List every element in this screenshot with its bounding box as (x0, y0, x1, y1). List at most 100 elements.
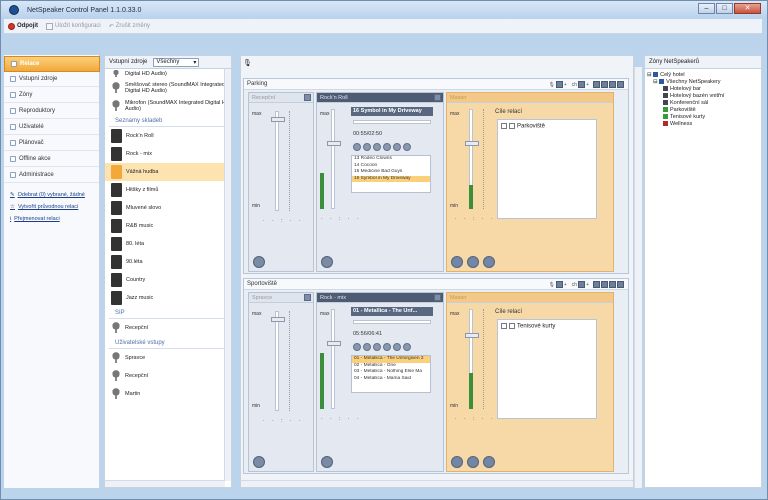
channel-spin[interactable]: + (564, 282, 567, 288)
channel-button[interactable] (578, 81, 586, 88)
play-icon[interactable] (373, 343, 381, 351)
play-icon[interactable] (373, 143, 381, 151)
nav-item-scheduler[interactable]: Plánovač (4, 135, 99, 151)
nav-item-users[interactable]: Uživatelé (4, 119, 99, 135)
playlist-item[interactable]: Hitšky z filmů (105, 181, 231, 199)
list-item[interactable]: Recepční (105, 319, 231, 337)
playlist-item[interactable]: Rock'n Roll (105, 127, 231, 145)
target-checkbox-2[interactable] (509, 123, 515, 129)
minimize-session-button[interactable] (601, 81, 608, 88)
toggle-button[interactable] (555, 281, 563, 288)
playlist-item[interactable]: R&B music (105, 217, 231, 235)
pause-icon[interactable] (383, 343, 391, 351)
next-icon[interactable] (403, 143, 411, 151)
targets-list[interactable]: Tenisové kurty (497, 319, 597, 419)
create-session-link[interactable]: ☆ Vytvořit průvodnou relaci (4, 201, 99, 213)
target-item[interactable]: Parkoviště (517, 124, 545, 130)
target-item[interactable]: Tenisové kurty (517, 324, 555, 330)
track-list[interactable]: 13 Rodeo Clowns 14 Cocoon 15 Medicine Ba… (351, 155, 431, 193)
volume-slider[interactable] (275, 311, 279, 411)
playlist-item[interactable]: Rock - mix (105, 145, 231, 163)
tree-node[interactable]: ⊟ Všechny NetSpeakery (647, 79, 759, 86)
toggle-button[interactable] (555, 81, 563, 88)
stop-icon[interactable] (467, 456, 479, 468)
close-column-icon[interactable] (434, 294, 441, 301)
disconnect-button[interactable]: Odpojit (8, 22, 38, 30)
list-item[interactable]: Spravce (105, 349, 231, 367)
close-column-icon[interactable] (304, 294, 311, 301)
broadcast-icon[interactable] (483, 256, 495, 268)
list-item[interactable]: Martin (105, 385, 231, 403)
channel-button[interactable] (578, 281, 586, 288)
rewind-icon[interactable] (363, 343, 371, 351)
volume-thumb[interactable] (327, 341, 341, 346)
sources-scrollbar[interactable] (224, 69, 231, 481)
speaker-toggle-icon[interactable] (321, 456, 333, 468)
minimize-session-button[interactable] (601, 281, 608, 288)
volume-slider[interactable] (331, 109, 335, 209)
pause-icon[interactable] (383, 143, 391, 151)
tree-node[interactable]: Parkoviště (647, 107, 759, 114)
target-checkbox[interactable] (501, 323, 507, 329)
channel-spin-2[interactable]: + (586, 282, 589, 288)
volume-slider[interactable] (275, 111, 279, 211)
nav-item-offline[interactable]: Offline akce (4, 151, 99, 167)
track-item[interactable]: 04 - Metallica - Mama Said (352, 376, 430, 383)
rewind-icon[interactable] (363, 143, 371, 151)
prev-icon[interactable] (353, 143, 361, 151)
playlist-item[interactable]: Jazz music (105, 289, 231, 307)
maximize-session-button[interactable] (609, 281, 616, 288)
master-volume-thumb[interactable] (465, 141, 479, 146)
nav-item-zones[interactable]: Zóny (4, 87, 99, 103)
maximize-button[interactable]: □ (716, 3, 733, 14)
sources-hscrollbar[interactable] (105, 480, 225, 487)
nav-item-sessions[interactable]: Relace (4, 56, 100, 72)
broadcast-icon[interactable] (483, 456, 495, 468)
forward-icon[interactable] (393, 343, 401, 351)
speaker-toggle-icon[interactable] (321, 256, 333, 268)
playlist-item[interactable]: 90.léta (105, 253, 231, 271)
volume-thumb[interactable] (271, 317, 285, 322)
nav-item-admin[interactable]: Administrace (4, 167, 99, 183)
close-column-icon[interactable] (304, 94, 311, 101)
seek-bar[interactable] (353, 120, 431, 124)
filter-select[interactable]: Všechny (153, 57, 200, 67)
speaker-toggle-icon[interactable] (451, 256, 463, 268)
sessions-hscrollbar[interactable] (241, 480, 633, 487)
channel-spin-2[interactable]: + (586, 82, 589, 88)
track-list[interactable]: 01 - Metallica - The Unforgiven 2 02 - M… (351, 355, 431, 393)
nav-item-sources[interactable]: Vstupní zdroje (4, 71, 99, 87)
prev-icon[interactable] (353, 343, 361, 351)
sessions-scrollbar[interactable] (634, 67, 642, 488)
tree-node[interactable]: Konferenční sál (647, 100, 759, 107)
rename-session-link[interactable]: Ꭵ Přejmenovat relaci (4, 213, 99, 226)
stop-icon[interactable] (467, 256, 479, 268)
list-item[interactable]: Recepční (105, 367, 231, 385)
close-button[interactable]: ✕ (734, 3, 761, 14)
target-checkbox-2[interactable] (509, 323, 515, 329)
nav-item-speakers[interactable]: Reproduktory (4, 103, 99, 119)
close-session-button[interactable] (617, 281, 624, 288)
layout-button[interactable] (593, 81, 600, 88)
list-item[interactable]: Digital HD Audio) (105, 69, 231, 79)
forward-icon[interactable] (393, 143, 401, 151)
tree-node[interactable]: Tenisové kurty (647, 114, 759, 121)
targets-list[interactable]: Parkoviště (497, 119, 597, 219)
speaker-toggle-icon[interactable] (451, 456, 463, 468)
list-item[interactable]: Mikrofon (SoundMAX Integrated Digital HD… (105, 97, 231, 115)
playlist-item[interactable]: Country (105, 271, 231, 289)
tree-node[interactable]: ⊟ Celý hotel (647, 72, 759, 79)
tree-node[interactable]: Wellness (647, 121, 759, 128)
volume-thumb[interactable] (271, 117, 285, 122)
save-config-button[interactable]: Uložit konfiguraci (46, 22, 101, 30)
playlist-item[interactable]: Vážná hudba (105, 163, 231, 181)
close-session-button[interactable] (617, 81, 624, 88)
minimize-button[interactable]: – (698, 3, 715, 14)
list-item[interactable]: Směšovač stereo (SoundMAX Integrated Dig… (105, 79, 231, 97)
volume-slider[interactable] (331, 309, 335, 409)
maximize-session-button[interactable] (609, 81, 616, 88)
tree-node[interactable]: Hotelový bar (647, 86, 759, 93)
channel-spin[interactable]: + (564, 82, 567, 88)
close-column-icon[interactable] (434, 94, 441, 101)
volume-thumb[interactable] (327, 141, 341, 146)
